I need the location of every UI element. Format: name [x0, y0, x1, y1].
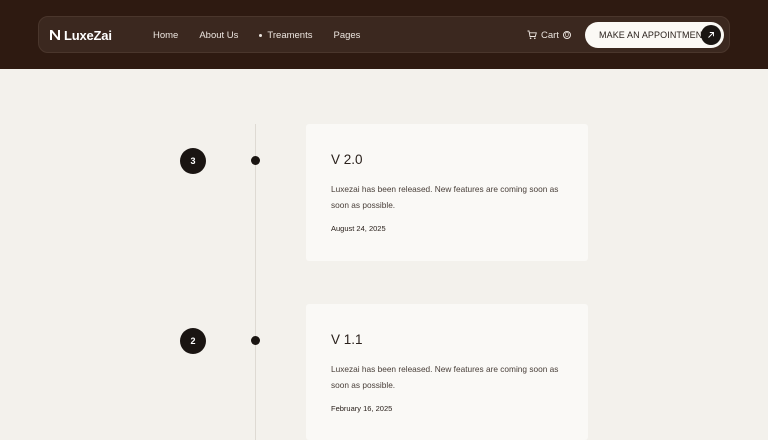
nav-link-pages[interactable]: Pages [333, 30, 360, 41]
timeline-dot [251, 336, 260, 345]
release-date: August 24, 2025 [331, 224, 386, 233]
nav-link-treatments[interactable]: Treaments [259, 30, 312, 41]
n-monogram-icon [50, 30, 60, 40]
version-title: V 1.1 [331, 332, 363, 347]
step-badge: 2 [180, 328, 206, 354]
navbar: LuxeZai Home About Us Treaments Pages Ca… [38, 16, 730, 53]
nav-link-about-us[interactable]: About Us [199, 30, 238, 41]
brand-logo[interactable]: LuxeZai [49, 27, 112, 43]
arrow-up-right-icon [701, 25, 721, 45]
timeline-line [255, 124, 256, 440]
nav-link-home[interactable]: Home [153, 30, 178, 41]
timeline-card: V 1.1 Luxezai has been released. New fea… [306, 304, 588, 440]
active-dot-icon [259, 33, 263, 37]
version-description: Luxezai has been released. New features … [331, 184, 559, 210]
cart-button[interactable]: Cart 0 [527, 17, 571, 53]
make-appointment-label: MAKE AN APPOINTMENT [599, 30, 708, 40]
nav-links: Home About Us Treaments Pages [153, 17, 381, 53]
version-description: Luxezai has been released. New features … [331, 364, 559, 390]
release-date: February 16, 2025 [331, 404, 393, 413]
timeline-dot [251, 156, 260, 165]
brand-name: LuxeZai [64, 27, 112, 43]
step-badge: 3 [180, 148, 206, 174]
cart-label: Cart [541, 29, 559, 41]
timeline-card: V 2.0 Luxezai has been released. New fea… [306, 124, 588, 261]
cart-count-badge: 0 [562, 31, 571, 39]
cart-icon [527, 30, 537, 40]
version-title: V 2.0 [331, 152, 363, 167]
make-appointment-button[interactable]: MAKE AN APPOINTMENT [585, 22, 724, 48]
